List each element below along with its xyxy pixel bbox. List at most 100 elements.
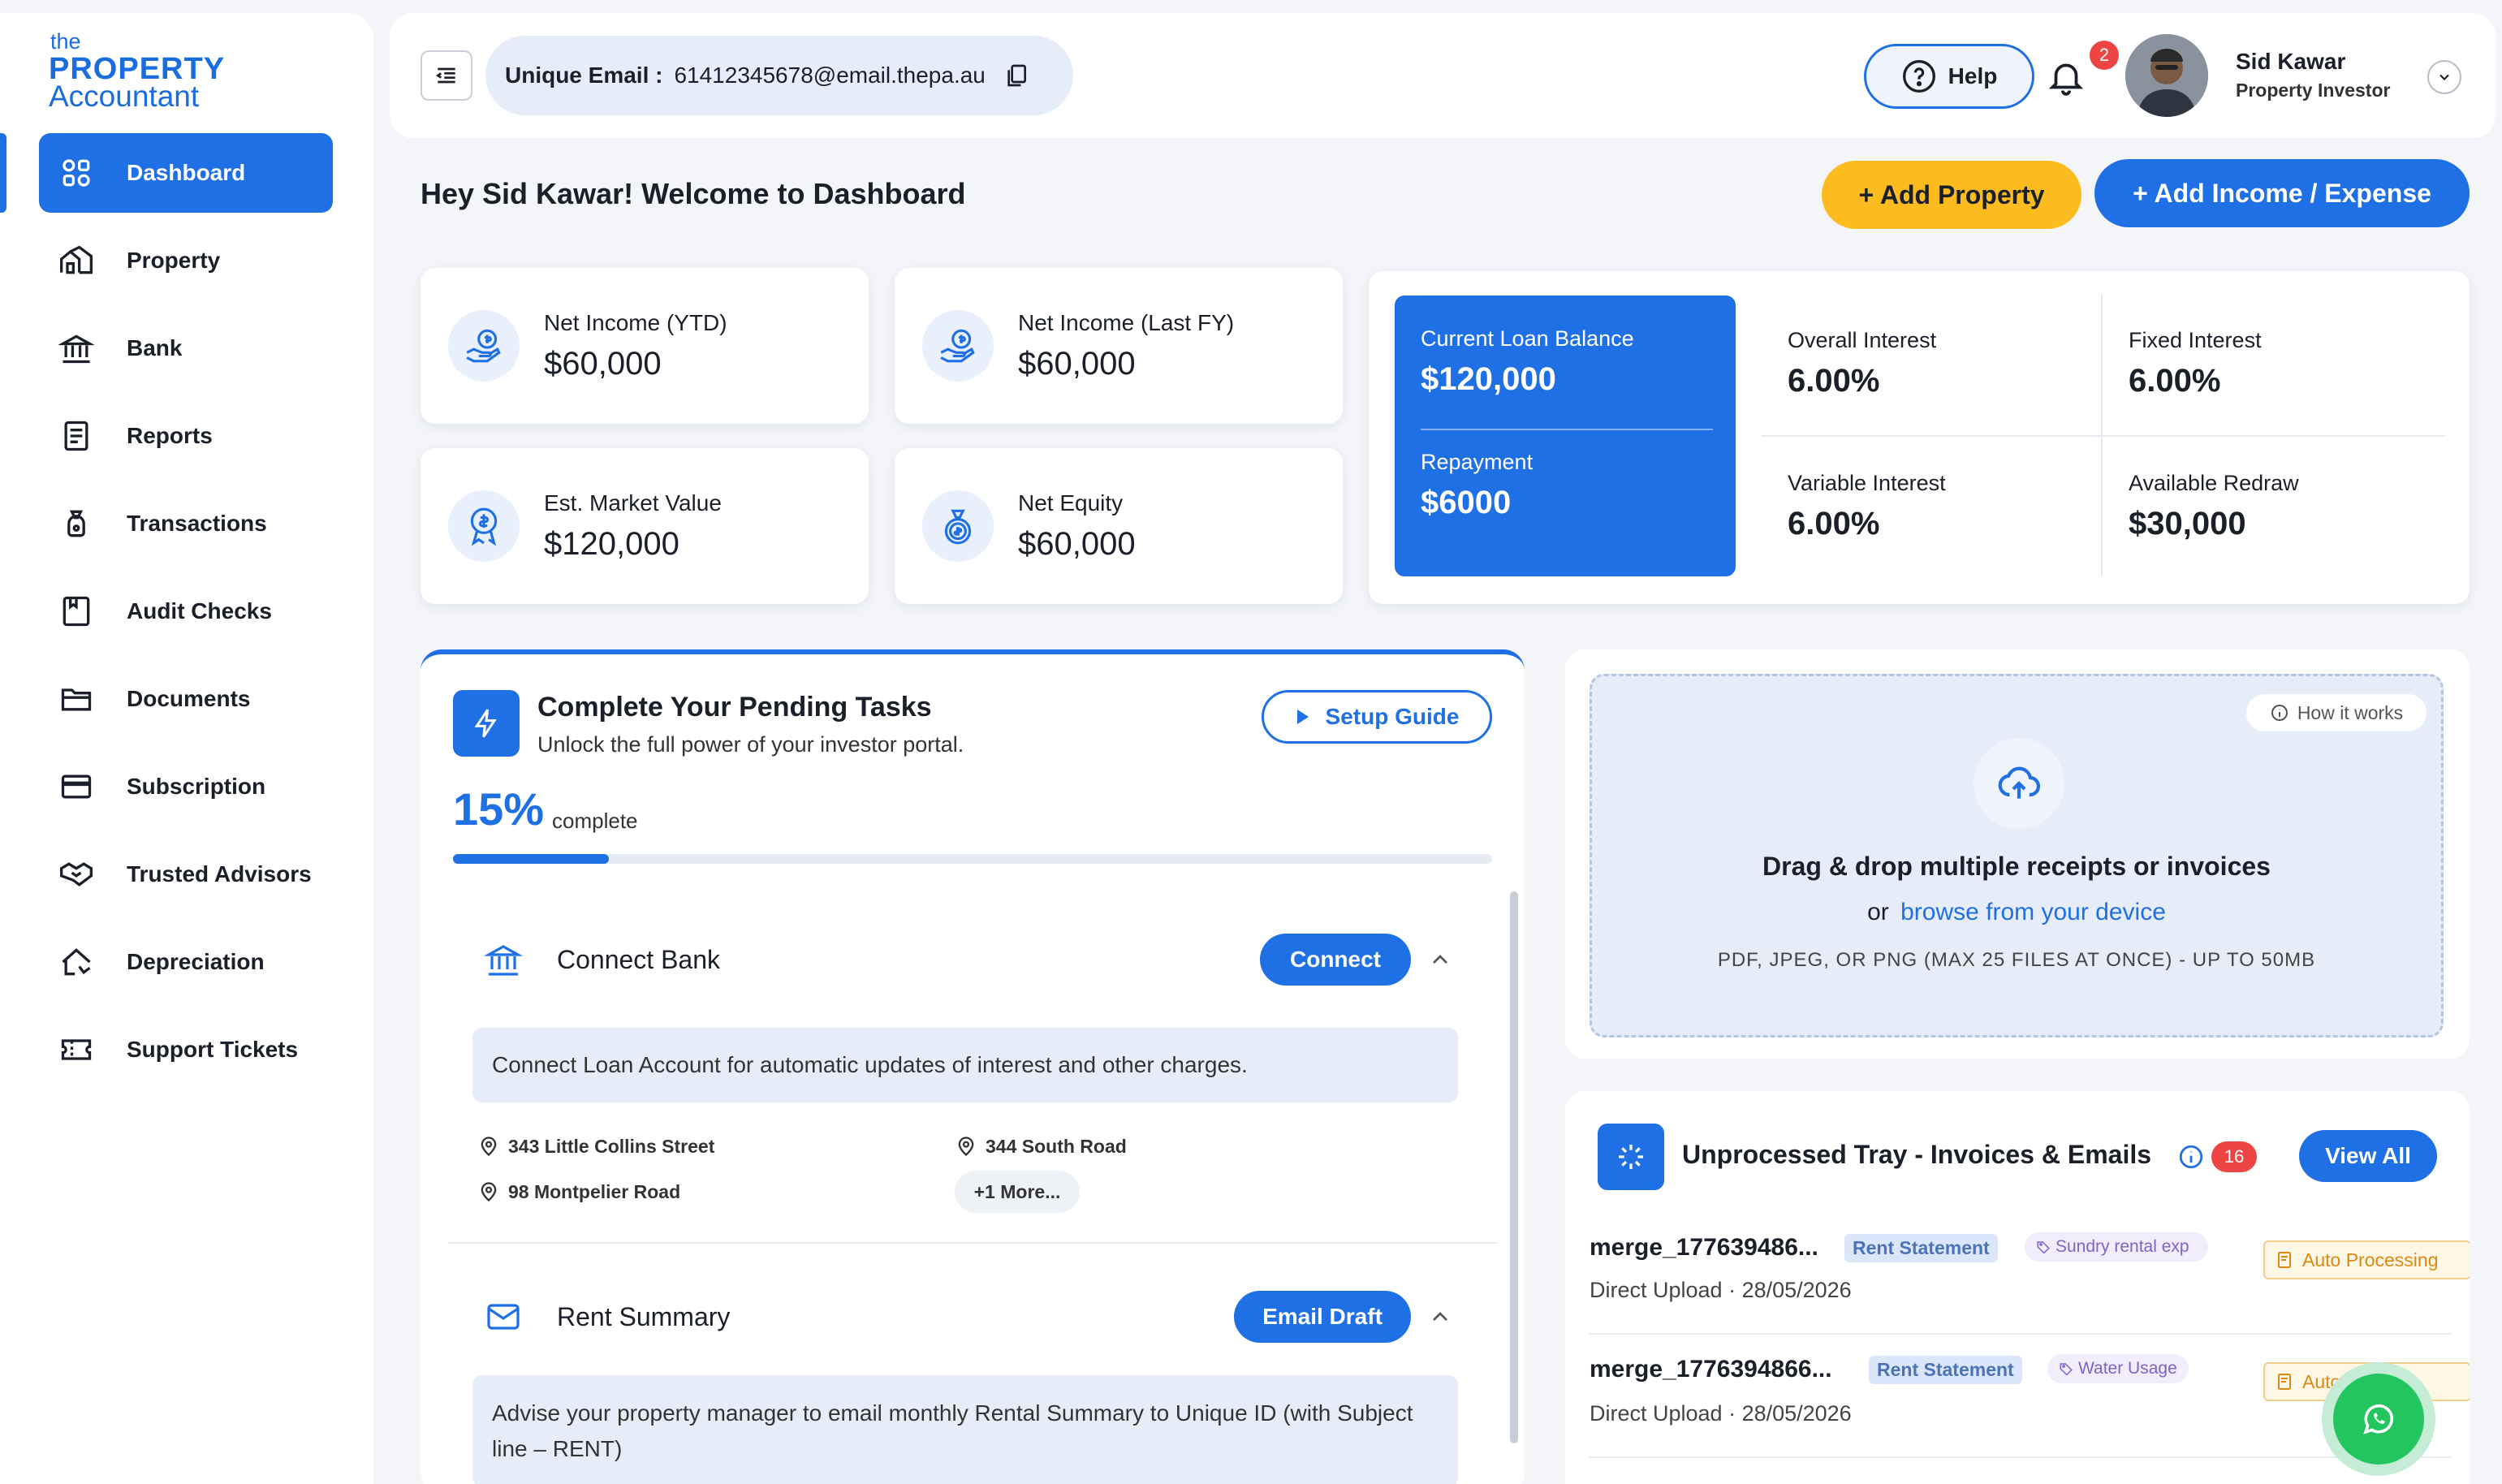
address-text: 343 Little Collins Street: [508, 1135, 715, 1157]
add-property-button[interactable]: + Add Property: [1822, 161, 2081, 229]
pending-tasks-panel: Complete Your Pending Tasks Unlock the f…: [421, 649, 1525, 1484]
play-icon: [1295, 708, 1311, 726]
user-menu-dropdown[interactable]: [2427, 60, 2461, 94]
sidebar-item-subscription[interactable]: Subscription: [39, 747, 333, 826]
money-bag-icon: [922, 490, 994, 562]
progress-track: [453, 854, 1492, 864]
tasks-title: Complete Your Pending Tasks: [537, 692, 932, 723]
processing-doc-icon: [2275, 1372, 2294, 1391]
help-circle-icon: [1901, 58, 1937, 94]
subscription-card-icon: [58, 769, 94, 805]
connect-button[interactable]: Connect: [1260, 934, 1411, 986]
document-type-tag: Rent Statement: [1869, 1356, 2022, 1384]
divider: [1421, 429, 1713, 430]
chevron-up-icon[interactable]: [1427, 1304, 1453, 1330]
available-redraw-label: Available Redraw: [2129, 471, 2299, 495]
tray-item-source: Direct Upload · 28/05/2026: [1590, 1278, 1852, 1302]
stat-card-net-income-ytd: Net Income (YTD) $60,000: [421, 268, 869, 424]
category-text: Water Usage: [2078, 1359, 2177, 1378]
chevron-up-icon[interactable]: [1427, 947, 1453, 973]
sidebar-item-depreciation[interactable]: Depreciation: [39, 922, 333, 1002]
address-text: 98 Montpelier Road: [508, 1180, 681, 1202]
sidebar-item-label: Dashboard: [127, 160, 246, 185]
stat-label: Net Equity: [1018, 490, 1124, 516]
sidebar-item-dashboard[interactable]: Dashboard: [39, 133, 333, 213]
copy-icon[interactable]: [1003, 62, 1029, 89]
property-house-icon: [58, 243, 94, 278]
active-indicator: [0, 133, 6, 213]
stat-card-net-equity: Net Equity $60,000: [895, 448, 1343, 604]
stat-card-est-market-value: Est. Market Value $120,000: [421, 448, 869, 604]
overall-interest-label: Overall Interest: [1788, 328, 1937, 352]
fixed-interest-value: 6.00%: [2129, 363, 2221, 399]
tray-item-name[interactable]: merge_1776394866...: [1590, 1356, 1832, 1383]
tray-item-name[interactable]: merge_177639486...: [1590, 1234, 1818, 1262]
category-tag: Sundry rental exp: [2025, 1232, 2208, 1262]
cloud-upload-icon: [1974, 738, 2064, 829]
loan-balance-panel: Current Loan Balance $120,000 Repayment …: [1395, 296, 1736, 576]
mail-icon: [484, 1297, 523, 1336]
sidebar-item-label: Bank: [127, 335, 183, 360]
user-role: Property Investor: [2236, 80, 2391, 101]
stat-value: $120,000: [544, 526, 679, 562]
setup-guide-label: Setup Guide: [1325, 704, 1460, 729]
sidebar-item-reports[interactable]: Reports: [39, 396, 333, 476]
stat-label: Net Income (Last FY): [1018, 310, 1235, 335]
sidebar-item-property[interactable]: Property: [39, 221, 333, 300]
info-icon[interactable]: [2177, 1143, 2205, 1171]
bank-icon: [484, 940, 523, 979]
notification-count-badge: 2: [2090, 41, 2119, 70]
stat-value: $60,000: [544, 346, 662, 382]
sidebar-item-label: Documents: [127, 686, 251, 711]
stat-value: $60,000: [1018, 346, 1136, 382]
sidebar-toggle-button[interactable]: [421, 50, 472, 101]
browse-device-link[interactable]: browse from your device: [1900, 899, 2166, 925]
sidebar-item-label: Support Tickets: [127, 1037, 299, 1062]
notification-bell-icon[interactable]: [2046, 57, 2086, 97]
progress-complete-label: complete: [552, 809, 638, 833]
property-address[interactable]: 344 South Road: [955, 1135, 1127, 1158]
location-pin-icon: [955, 1135, 986, 1158]
sidebar-item-transactions[interactable]: Transactions: [39, 484, 333, 563]
whatsapp-chat-button[interactable]: [2322, 1362, 2435, 1476]
how-it-works-button[interactable]: How it works: [2246, 694, 2427, 731]
tasks-scrollbar[interactable]: [1510, 891, 1518, 1443]
loader-sparkle-icon: [1598, 1124, 1664, 1190]
auto-processing-status: Auto Processing: [2263, 1240, 2470, 1279]
audit-checks-icon: [58, 593, 94, 629]
sidebar-item-audit-checks[interactable]: Audit Checks: [39, 572, 333, 651]
file-dropzone[interactable]: How it works Drag & drop multiple receip…: [1590, 674, 2444, 1038]
avatar[interactable]: [2125, 34, 2208, 117]
divider: [1590, 1333, 2452, 1335]
sidebar-item-support-tickets[interactable]: Support Tickets: [39, 1010, 333, 1089]
add-income-expense-button[interactable]: + Add Income / Expense: [2094, 159, 2470, 227]
property-address[interactable]: 343 Little Collins Street: [477, 1135, 714, 1158]
more-addresses-button[interactable]: +1 More...: [955, 1171, 1080, 1213]
help-button[interactable]: Help: [1864, 44, 2034, 109]
sidebar-item-bank[interactable]: Bank: [39, 308, 333, 388]
reports-icon: [58, 418, 94, 454]
dollar-badge-icon: [448, 490, 520, 562]
divider: [1762, 435, 2445, 437]
tasks-subtitle: Unlock the full power of your investor p…: [537, 732, 964, 757]
variable-interest-value: 6.00%: [1788, 506, 1880, 541]
sidebar-item-documents[interactable]: Documents: [39, 659, 333, 739]
view-all-button[interactable]: View All: [2299, 1130, 2437, 1182]
property-address[interactable]: 98 Montpelier Road: [477, 1180, 680, 1203]
loan-balance-label: Current Loan Balance: [1421, 326, 1634, 351]
status-text: Auto Processing: [2302, 1249, 2439, 1270]
email-draft-button[interactable]: Email Draft: [1234, 1291, 1411, 1343]
whatsapp-icon: [2333, 1374, 2424, 1465]
transactions-icon: [58, 506, 94, 541]
dropzone-formats: PDF, JPEG, OR PNG (MAX 25 FILES AT ONCE)…: [1717, 949, 2316, 971]
progress-fill: [453, 854, 609, 864]
location-pin-icon: [477, 1135, 508, 1158]
setup-guide-button[interactable]: Setup Guide: [1262, 690, 1492, 744]
page-title: Hey Sid Kawar! Welcome to Dashboard: [421, 177, 966, 210]
sidebar-item-trusted-advisors[interactable]: Trusted Advisors: [39, 835, 333, 914]
unique-email-pill: Unique Email : 61412345678@email.thepa.a…: [485, 36, 1073, 115]
sidebar-item-label: Transactions: [127, 511, 267, 536]
address-text: 344 South Road: [986, 1135, 1127, 1157]
help-label: Help: [1948, 63, 1998, 88]
divider: [1590, 1456, 2452, 1458]
